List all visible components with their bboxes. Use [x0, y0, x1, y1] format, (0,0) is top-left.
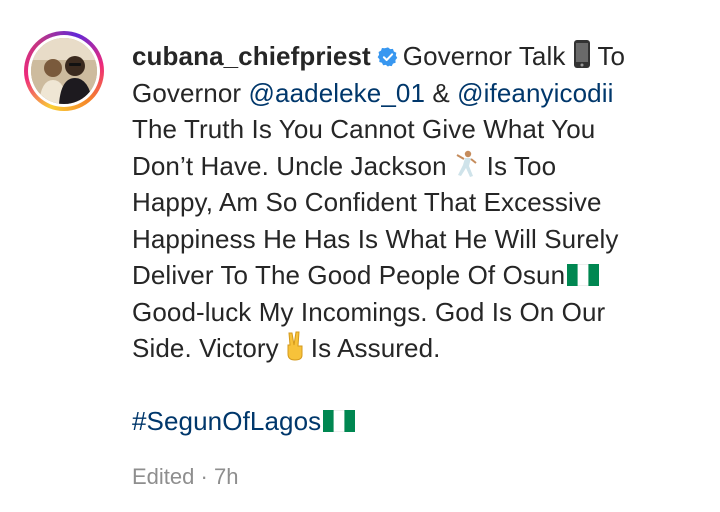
- comment-line-7: Deliver To The Good People Of Osun: [132, 257, 702, 294]
- comment-line-6: Happiness He Has Is What He Will Surely: [132, 223, 619, 254]
- comment-text: Governor Talk: [402, 41, 566, 71]
- comment-line-9: Side. Victory Is Assured.: [132, 330, 702, 367]
- comment-text: Side. Victory: [132, 333, 279, 363]
- victory-hand-emoji-icon: [279, 331, 311, 371]
- profile-avatar-ring[interactable]: [24, 31, 104, 111]
- timestamp[interactable]: 7h: [214, 464, 238, 489]
- avatar-photo: [31, 38, 97, 104]
- comment-line-hashtag: #SegunOfLagos: [132, 403, 702, 440]
- nigeria-flag-icon: [566, 259, 600, 287]
- comment-line-4: Don’t Have. Uncle Jackson Is Too: [132, 148, 702, 185]
- meta-separator: ·: [200, 464, 208, 489]
- mention-link-ifeanyicodii[interactable]: @ifeanyicodii: [457, 78, 613, 108]
- dancer-emoji-icon: [447, 149, 487, 189]
- comment-text: Is Too: [486, 150, 557, 181]
- comment-text: Is Assured.: [310, 333, 441, 363]
- comment-text: To: [597, 41, 626, 71]
- comment-meta: Edited · 7h: [132, 464, 238, 490]
- comment-line-5: Happy, Am So Confident That Excessive: [132, 187, 602, 217]
- comment-line-3: The Truth Is You Cannot Give What You: [132, 114, 596, 144]
- comment-body: cubana_chiefpriest Governor Talk To Govern…: [132, 38, 702, 440]
- hashtag-link[interactable]: #SegunOfLagos: [132, 406, 321, 436]
- comment-text: Don’t Have. Uncle Jackson: [132, 150, 447, 181]
- comment-line-2: Governor @aadeleke_01 & @ifeanyicodii: [132, 75, 702, 112]
- comment-text: Deliver To The Good People Of Osun: [132, 260, 566, 290]
- comment-text: Governor: [132, 77, 249, 108]
- nigeria-flag-icon: [322, 405, 356, 433]
- phone-emoji-icon: [565, 39, 597, 79]
- avatar[interactable]: [31, 38, 97, 104]
- comment-line-8: Good-luck My Incomings. God Is On Our: [132, 296, 606, 327]
- edited-label: Edited: [132, 464, 195, 489]
- verified-badge-icon: [377, 41, 399, 78]
- mention-link-aadeleke[interactable]: @aadeleke_01: [249, 78, 426, 108]
- username-link[interactable]: cubana_chiefpriest: [132, 41, 371, 71]
- comment-text: &: [425, 77, 458, 108]
- comment-line-1: cubana_chiefpriest Governor Talk To: [132, 38, 702, 75]
